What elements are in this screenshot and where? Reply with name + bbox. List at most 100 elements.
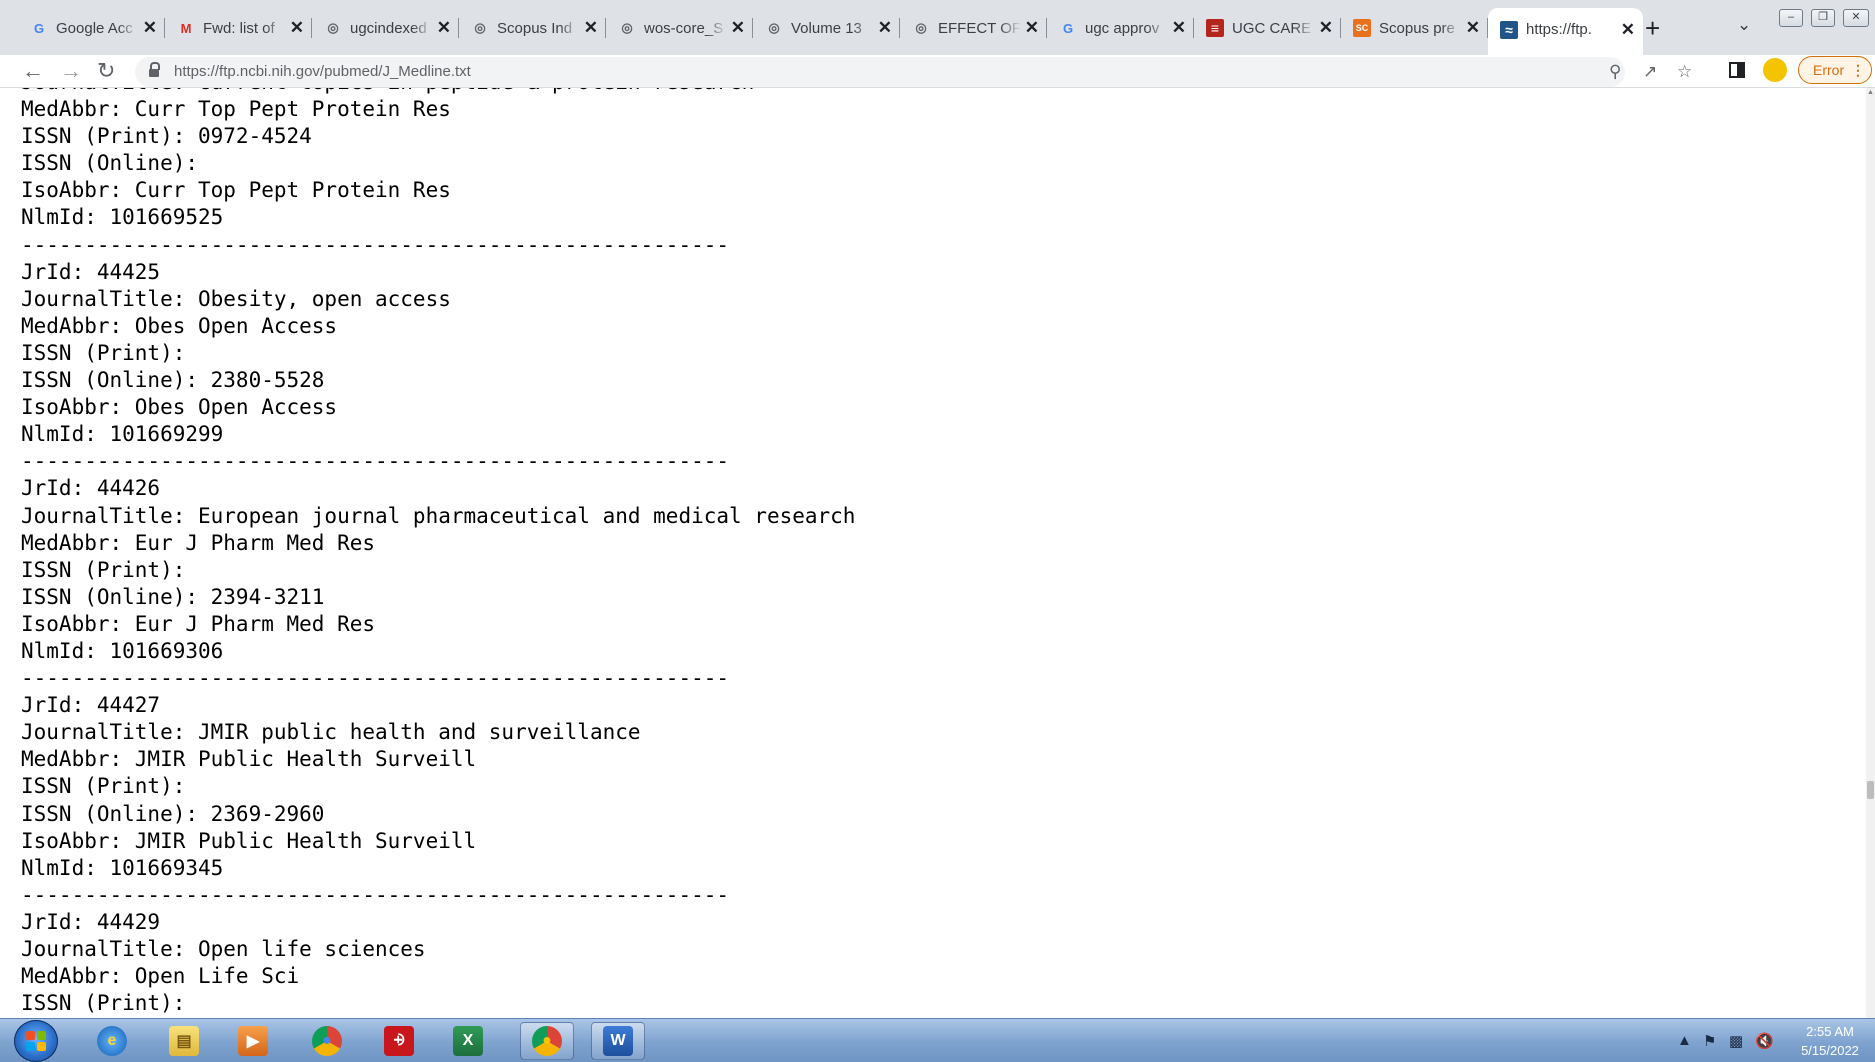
close-tab-icon[interactable]: ✕ (1025, 18, 1039, 38)
scrollbar[interactable]: ▲ (1866, 88, 1875, 1018)
clock-date[interactable]: 5/15/2022 (1795, 1043, 1865, 1058)
record-separator: ----------------------------------------… (21, 232, 730, 257)
close-tab-icon[interactable]: ✕ (1319, 18, 1333, 38)
scroll-up-arrow-icon[interactable]: ▲ (1866, 88, 1875, 97)
google-icon: G (33, 20, 45, 36)
chrome-icon: ● (312, 1026, 342, 1056)
address-bar[interactable]: https://ftp.ncbi.nih.gov/pubmed/J_Medlin… (135, 57, 1692, 87)
tab[interactable]: ≡ UGC CARE ✕ (1194, 12, 1341, 44)
profile-avatar[interactable] (1763, 58, 1787, 82)
text-line: JrId: 44426 (21, 476, 161, 501)
taskbar-app-acrobat[interactable]: ⨮ (372, 1022, 426, 1060)
globe-icon: ◎ (621, 20, 633, 35)
text-line: JrId: 44429 (21, 909, 161, 934)
share-icon[interactable]: ↗ (1643, 61, 1657, 83)
start-button[interactable] (14, 1020, 58, 1062)
action-center-flag-icon[interactable]: ⚑ (1703, 1032, 1716, 1050)
text-line: IsoAbbr: Curr Top Pept Protein Res (21, 178, 451, 203)
close-tab-icon[interactable]: ✕ (878, 18, 892, 38)
zoom-icon[interactable]: ⚲ (1609, 61, 1621, 83)
text-line: MedAbbr: Obes Open Access (21, 313, 338, 338)
text-line: JournalTitle: Current topics in peptide … (21, 88, 855, 96)
globe-icon: ◎ (474, 20, 486, 35)
error-chip[interactable]: Error ⋮ (1798, 56, 1872, 84)
side-panel-icon[interactable] (1729, 62, 1745, 78)
lock-icon[interactable] (149, 62, 160, 77)
tab-title: wos-core_S (644, 19, 724, 37)
close-tab-icon[interactable]: ✕ (1621, 20, 1635, 40)
tab[interactable]: ◎ EFFECT OF ✕ (900, 12, 1047, 44)
text-line: JournalTitle: European journal pharmaceu… (21, 503, 856, 528)
tab-search-button[interactable]: ⌄ (1737, 15, 1751, 35)
text-line: NlmId: 101669345 (21, 855, 224, 880)
clock-time[interactable]: 2:55 AM (1795, 1024, 1865, 1039)
tab[interactable]: ◎ ugcindexed ✕ (312, 12, 459, 44)
tab-title: ugc approv (1085, 19, 1160, 37)
taskbar-app-word[interactable]: W (591, 1022, 645, 1060)
close-tab-icon[interactable]: ✕ (437, 18, 451, 38)
tab-title: Volume 13 (791, 19, 862, 37)
back-button[interactable]: ← (22, 58, 44, 84)
text-line: ISSN (Online): 2394-3211 (21, 584, 325, 609)
media-player-icon: ▶ (238, 1026, 268, 1056)
tab-title: Google Acc (56, 19, 133, 37)
close-tab-icon[interactable]: ✕ (584, 18, 598, 38)
reload-button[interactable]: ↻ (97, 58, 115, 84)
forward-button[interactable]: → (60, 58, 82, 84)
minimize-button[interactable]: – (1779, 9, 1803, 27)
url-text[interactable]: https://ftp.ncbi.nih.gov/pubmed/J_Medlin… (174, 63, 471, 80)
tab[interactable]: ◎ Scopus Ind ✕ (459, 12, 606, 44)
ncbi-icon: ≈ (1500, 20, 1518, 39)
tab-title: Scopus pre (1379, 19, 1455, 37)
tab-active[interactable]: ≈ https://ftp. ✕ (1488, 8, 1643, 55)
text-line: ISSN (Print): (21, 340, 186, 365)
google-icon: G (1062, 20, 1074, 36)
text-line: ISSN (Print): 0972-4524 (21, 124, 312, 149)
bookmark-star-icon[interactable]: ☆ (1677, 61, 1692, 83)
chrome-profile-icon: ● (532, 1026, 562, 1056)
taskbar-app-internet-explorer[interactable]: e (85, 1022, 139, 1060)
taskbar-app-excel[interactable]: X (441, 1022, 495, 1060)
show-hidden-icons-icon[interactable]: ▲ (1677, 1032, 1692, 1049)
text-line: ISSN (Print): (21, 774, 186, 799)
text-line: ISSN (Online): 2380-5528 (21, 368, 325, 393)
taskbar-app-chrome[interactable]: ● (300, 1022, 354, 1060)
tab[interactable]: M Fwd: list of ✕ (165, 12, 312, 44)
tab-title: EFFECT OF (938, 19, 1021, 37)
tab-title: https://ftp. (1526, 21, 1592, 38)
close-tab-icon[interactable]: ✕ (290, 18, 304, 38)
taskbar-app-file-explorer[interactable]: ▤ (157, 1022, 211, 1060)
new-tab-button[interactable]: + (1645, 14, 1660, 42)
windows-taskbar: e ▤ ▶ ● ⨮ X ● W ▲ ⚑ ▩ 🔇 2:55 AM 5/15/2022 (0, 1018, 1875, 1062)
text-line: ISSN (Print): (21, 991, 186, 1016)
tab-strip: G Google Acc ✕ M Fwd: list of ✕ ◎ ugcindexed ✕ ◎ S… (0, 0, 1875, 55)
close-window-button[interactable]: ✕ (1843, 9, 1869, 27)
volume-muted-icon[interactable]: 🔇 (1755, 1032, 1774, 1050)
text-line: JournalTitle: Open life sciences (21, 937, 426, 961)
scrollbar-thumb[interactable] (1867, 781, 1874, 799)
close-tab-icon[interactable]: ✕ (143, 18, 157, 38)
tab-title: UGC CARE (1232, 19, 1312, 37)
restore-button[interactable]: ❐ (1811, 9, 1835, 27)
text-line: MedAbbr: Curr Top Pept Protein Res (21, 97, 451, 122)
tab[interactable]: ◎ Volume 13 ✕ (753, 12, 900, 44)
close-tab-icon[interactable]: ✕ (731, 18, 745, 38)
text-line: ISSN (Online): 2369-2960 (21, 801, 325, 826)
close-tab-icon[interactable]: ✕ (1172, 18, 1186, 38)
medline-text: JournalTitle: Current topics in peptide … (21, 88, 855, 1017)
text-line: IsoAbbr: Eur J Pharm Med Res (21, 611, 376, 636)
text-line: IsoAbbr: JMIR Public Health Surveill (21, 828, 477, 853)
taskbar-app-chrome-profile[interactable]: ● (520, 1022, 574, 1060)
close-tab-icon[interactable]: ✕ (1466, 18, 1480, 38)
menu-dots-icon: ⋮ (1851, 62, 1865, 78)
text-line: ISSN (Online): (21, 151, 199, 176)
tab[interactable]: Gugc approv ✕ (1047, 12, 1194, 44)
globe-icon: ◎ (915, 20, 927, 35)
tab[interactable]: ◎ wos-core_S ✕ (606, 12, 753, 44)
text-line: IsoAbbr: Obes Open Access (21, 395, 338, 420)
taskbar-app-media-player[interactable]: ▶ (226, 1022, 280, 1060)
network-icon[interactable]: ▩ (1729, 1032, 1743, 1050)
tab[interactable]: G Google Acc ✕ (18, 12, 165, 44)
tab-title: Scopus Ind (497, 19, 573, 37)
tab[interactable]: SC Scopus pre ✕ (1341, 12, 1488, 44)
